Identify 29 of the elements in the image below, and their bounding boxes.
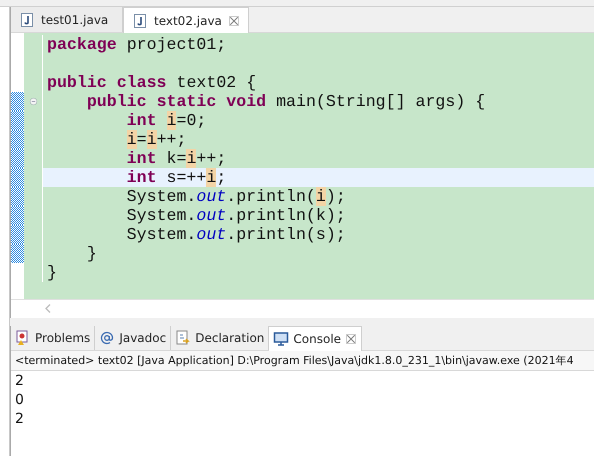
close-icon bbox=[228, 14, 240, 26]
code-line: i=i++; bbox=[126, 130, 188, 149]
java-file-icon bbox=[19, 12, 35, 28]
code-line: System.out.println(i); bbox=[126, 187, 347, 206]
code-line: public static void main(String[] args) { bbox=[86, 92, 486, 111]
at-sign-icon bbox=[99, 330, 116, 346]
code-line: package project01; bbox=[46, 35, 228, 54]
code-editor[interactable]: package project01; public class text02 { public static void main(String[] args) { int i=0; i=i++; int k=i++; int s=++i; System.out.println(i); System.out.println(k); System.out.println(s); } } bbox=[11, 33, 594, 299]
console-output-line: 0 bbox=[15, 391, 25, 410]
view-tab[interactable]: Javadoc bbox=[95, 326, 172, 350]
code-line: System.out.println(s); bbox=[126, 225, 347, 244]
document-arrow-icon bbox=[175, 330, 192, 346]
code-line: System.out.println(k); bbox=[126, 206, 347, 225]
console-output-line: 2 bbox=[15, 372, 25, 391]
editor-tab[interactable]: text02.java bbox=[123, 7, 249, 33]
java-file-icon bbox=[132, 12, 148, 28]
view-tab[interactable]: Problems bbox=[11, 326, 96, 350]
view-tab[interactable]: Console bbox=[269, 326, 362, 351]
code-line: int k=i++; bbox=[126, 149, 228, 168]
monitor-icon bbox=[273, 331, 290, 347]
code-line: } bbox=[86, 244, 98, 263]
code-line: } bbox=[46, 263, 58, 282]
scroll-left-icon[interactable] bbox=[45, 304, 51, 313]
editor-tab[interactable]: test01.java bbox=[11, 7, 123, 32]
console-output-line: 2 bbox=[15, 410, 25, 429]
collapse-icon[interactable] bbox=[28, 97, 38, 106]
code-line: int i=0; bbox=[126, 111, 208, 130]
close-icon bbox=[345, 333, 358, 345]
code-line: public class text02 { bbox=[46, 73, 258, 92]
